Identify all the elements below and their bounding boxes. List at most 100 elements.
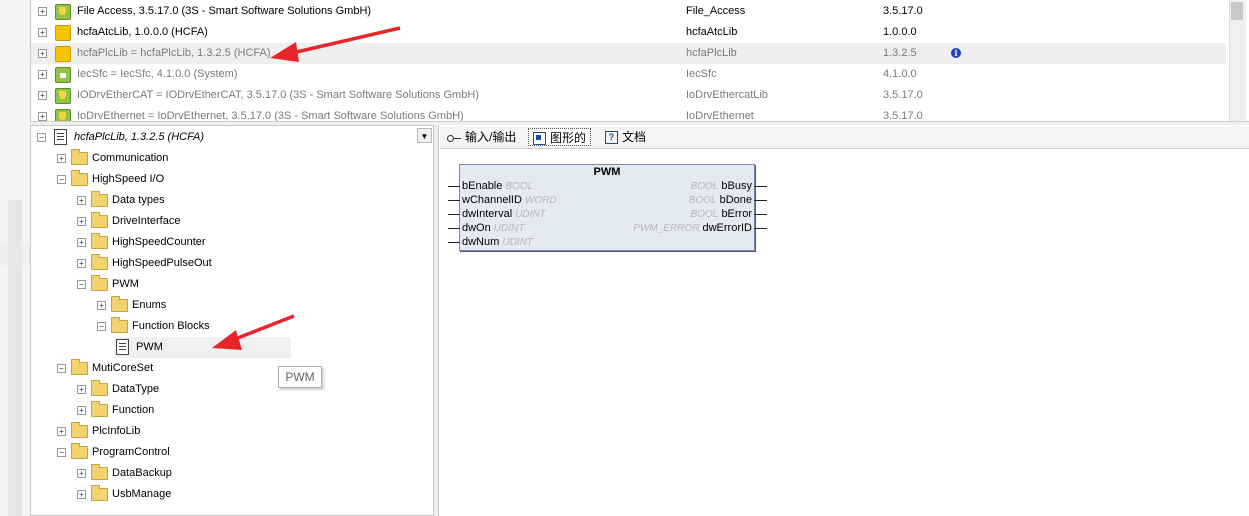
output-wire — [754, 186, 767, 187]
tree-node-pwm[interactable]: PWM — [114, 337, 291, 358]
folder-icon — [91, 464, 108, 480]
library-row-iecsfc[interactable]: + IecSfc = IecSfc, 4.1.0.0 (System) IecS… — [31, 64, 1226, 85]
expand-icon[interactable]: + — [57, 427, 66, 436]
collapse-icon[interactable]: − — [77, 280, 86, 289]
info-icon[interactable]: i — [951, 48, 961, 58]
tree-node-label: Function — [112, 404, 155, 416]
folder-icon — [91, 380, 108, 396]
library-namespace: IoDrvEthercatLib — [686, 89, 768, 101]
tree-node-label: Communication — [92, 152, 169, 164]
graphic-icon — [533, 132, 546, 146]
input-pin[interactable]: bEnable BOOL — [462, 179, 533, 193]
function-block-title: PWM — [593, 166, 621, 178]
pin-name: dwNum — [462, 236, 500, 248]
library-namespace: hcfaPlcLib — [686, 47, 737, 59]
expand-icon[interactable]: + — [38, 7, 47, 16]
tree-node-label: ProgramControl — [92, 446, 170, 458]
output-pin[interactable]: BOOL bError — [691, 207, 752, 221]
library-version: 3.5.17.0 — [883, 110, 923, 121]
input-pin[interactable]: dwNum UDINT — [462, 235, 533, 249]
library-version: 1.3.2.5 — [883, 47, 917, 59]
output-pin[interactable]: BOOL bBusy — [691, 179, 752, 193]
input-wire — [448, 242, 460, 243]
scrollbar-thumb[interactable] — [1231, 2, 1243, 20]
tree-node-function[interactable]: + Function — [74, 400, 374, 421]
collapse-icon[interactable]: − — [57, 364, 66, 373]
tree-root-label: hcfaPlcLib, 1.3.2.5 (HCFA) — [74, 131, 205, 143]
library-row-hcfaatclib[interactable]: + hcfaAtcLib, 1.0.0.0 (HCFA) hcfaAtcLib … — [31, 22, 1226, 43]
expand-icon[interactable]: + — [38, 70, 47, 79]
tree-node-driveinterface[interactable]: + DriveInterface — [74, 211, 374, 232]
tree-node-function-blocks[interactable]: − Function Blocks — [94, 316, 394, 337]
expand-icon[interactable]: + — [97, 301, 106, 310]
tree-node-label: Data types — [112, 194, 165, 206]
expand-icon[interactable]: + — [77, 490, 86, 499]
expand-icon[interactable]: + — [38, 91, 47, 100]
expand-icon[interactable]: + — [77, 406, 86, 415]
tree-node-datatype[interactable]: + DataType — [74, 379, 374, 400]
input-pin[interactable]: wChannelID WORD — [462, 193, 557, 207]
library-namespace: IoDrvEthernet — [686, 110, 754, 121]
shield-library-icon — [55, 4, 71, 20]
yellow-library-icon — [55, 25, 71, 41]
expand-icon[interactable]: + — [57, 154, 66, 163]
pin-name: bBusy — [721, 180, 752, 192]
tree-node-highspeedpulseout[interactable]: + HighSpeedPulseOut — [74, 253, 374, 274]
collapse-icon[interactable]: − — [37, 133, 46, 142]
tree-node-data-types[interactable]: + Data types — [74, 190, 374, 211]
lock-library-icon — [55, 67, 71, 83]
tree-node-enums[interactable]: + Enums — [94, 295, 394, 316]
library-version: 4.1.0.0 — [883, 68, 917, 80]
tree-node-usbmanage[interactable]: + UsbManage — [74, 484, 374, 505]
gutter-scrollbar[interactable] — [8, 200, 22, 516]
tree-dropdown-button[interactable]: ▼ — [417, 128, 432, 143]
library-namespace: File_Access — [686, 5, 746, 17]
tree-node-label: Enums — [132, 299, 167, 311]
tree-node-programcontrol[interactable]: − ProgramControl — [54, 442, 354, 463]
input-pin[interactable]: dwOn UDINT — [462, 221, 524, 235]
library-row-file-access[interactable]: + File Access, 3.5.17.0 (3S - Smart Soft… — [31, 1, 1226, 22]
expand-icon[interactable]: + — [77, 469, 86, 478]
folder-icon — [71, 359, 88, 375]
folder-icon — [91, 485, 108, 501]
tree-node-pwm[interactable]: − PWM — [74, 274, 374, 295]
expand-icon[interactable]: + — [77, 385, 86, 394]
tree-root[interactable]: − hcfaPlcLib, 1.3.2.5 (HCFA) — [34, 127, 414, 148]
output-wire — [754, 228, 767, 229]
library-row-iodrvethernet[interactable]: + IoDrvEthernet = IoDrvEthernet, 3.5.17.… — [31, 106, 1226, 121]
input-pin[interactable]: dwInterval UDINT — [462, 207, 546, 221]
tab-graphical[interactable]: 图形的 — [528, 128, 592, 146]
yellow-library-icon — [55, 46, 71, 62]
expand-icon[interactable]: + — [38, 112, 47, 121]
tree-node-highspeed-i-o[interactable]: − HighSpeed I/O — [54, 169, 354, 190]
tree-node-label: PWM — [112, 278, 139, 290]
pin-name: wChannelID — [462, 194, 522, 206]
pin-type: UDINT — [515, 209, 546, 220]
library-name: IecSfc = IecSfc, 4.1.0.0 (System) — [77, 68, 238, 80]
tree-node-communication[interactable]: + Communication — [54, 148, 354, 169]
tree-node-plcinfolib[interactable]: + PlcInfoLib — [54, 421, 354, 442]
folder-icon — [71, 422, 88, 438]
tab-io[interactable]: 输入/输出 — [443, 128, 520, 146]
tree-node-label: UsbManage — [112, 488, 172, 500]
library-row-iodrvethercat[interactable]: + IODrvEtherCAT = IODrvEtherCAT, 3.5.17.… — [31, 85, 1226, 106]
expand-icon[interactable]: + — [38, 28, 47, 37]
expand-icon[interactable]: + — [77, 217, 86, 226]
collapse-icon[interactable]: − — [57, 175, 66, 184]
folder-icon — [111, 317, 128, 333]
expand-icon[interactable]: + — [38, 49, 47, 58]
expand-icon[interactable]: + — [77, 259, 86, 268]
tree-node-label: Function Blocks — [132, 320, 210, 332]
collapse-icon[interactable]: − — [97, 322, 106, 331]
tree-node-databackup[interactable]: + DataBackup — [74, 463, 374, 484]
output-pin[interactable]: BOOL bDone — [689, 193, 752, 207]
output-pin[interactable]: PWM_ERROR dwErrorID — [633, 221, 752, 235]
tree-node-label: HighSpeedPulseOut — [112, 257, 212, 269]
expand-icon[interactable]: + — [77, 238, 86, 247]
expand-icon[interactable]: + — [77, 196, 86, 205]
library-row-hcfaplclib[interactable]: + hcfaPlcLib = hcfaPlcLib, 1.3.2.5 (HCFA… — [31, 43, 1226, 64]
pin-type: PWM_ERROR — [633, 223, 700, 234]
tab-documentation[interactable]: ? 文档 — [601, 128, 650, 146]
collapse-icon[interactable]: − — [57, 448, 66, 457]
tree-node-highspeedcounter[interactable]: + HighSpeedCounter — [74, 232, 374, 253]
